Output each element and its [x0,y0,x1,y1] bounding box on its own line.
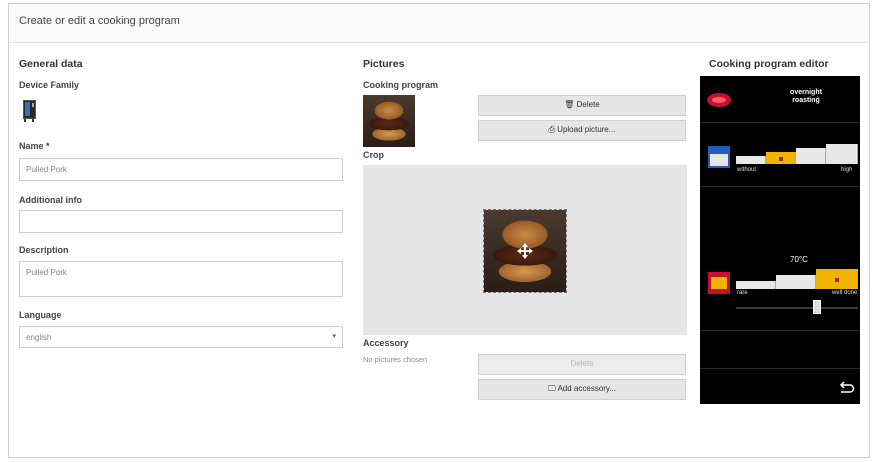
browning-min-label: without [737,167,757,173]
browning-scale[interactable] [736,142,858,164]
delete-picture-button[interactable]: 🗑 Delete [478,95,686,116]
description-textarea[interactable]: Pulled Pork [19,261,343,297]
doneness-slider-track[interactable] [736,307,858,309]
doneness-min-label: rare [737,290,748,296]
cooking-program-label: Cooking program [363,80,439,90]
crop-label: Crop [363,150,384,160]
oven-icon[interactable] [23,100,37,122]
doneness-level-1[interactable] [736,281,776,289]
additional-info-label: Additional info [19,195,82,205]
dialog-title: Create or edit a cooking program [19,15,180,27]
move-icon[interactable] [517,243,533,259]
doneness-scale[interactable] [736,267,858,289]
back-arrow-icon[interactable] [839,380,855,394]
browning-level-2[interactable] [766,152,796,164]
additional-info-input[interactable] [19,210,343,233]
general-data-heading: General data [19,58,83,70]
accessory-label: Accessory [363,338,409,348]
meat-icon [707,93,731,107]
language-select[interactable]: english ▾ [19,326,343,348]
dropdown-arrow-icon: ▾ [332,333,336,340]
doneness-slider-handle[interactable] [813,300,821,314]
doneness-level-3[interactable] [816,269,858,289]
language-value: english [26,333,52,342]
browning-icon[interactable] [708,146,730,168]
crop-area[interactable] [363,165,687,335]
browning-level-4[interactable] [826,144,858,164]
doneness-max-label: well done [832,290,858,296]
device-family-label: Device Family [19,80,80,90]
name-label: Name * [19,141,50,151]
core-temperature-icon[interactable] [708,272,730,294]
crop-selection[interactable] [483,209,567,293]
name-input[interactable]: Pulled Pork [19,158,343,181]
no-pictures-text: No pictures chosen [363,355,428,364]
upload-picture-button[interactable]: ⎙ Upload picture... [478,120,686,141]
delete-accessory-button[interactable]: Delete [478,354,686,375]
pictures-heading: Pictures [363,58,405,70]
add-accessory-button[interactable]: 🖵 Add accessory... [478,379,686,400]
editor-heading: Cooking program editor [709,58,829,70]
description-label: Description [19,245,69,255]
browning-level-1[interactable] [736,156,766,164]
browning-max-label: high [841,167,853,173]
title-bar: Create or edit a cooking program [9,4,869,43]
program-title: overnight roasting [790,89,822,104]
language-label: Language [19,310,62,320]
temperature-value: 70°C [790,255,808,264]
cooking-program-editor: overnight roasting without high 70°C rar… [700,76,860,404]
doneness-level-2[interactable] [776,275,816,289]
program-picture [363,95,415,147]
browning-level-3[interactable] [796,148,826,164]
